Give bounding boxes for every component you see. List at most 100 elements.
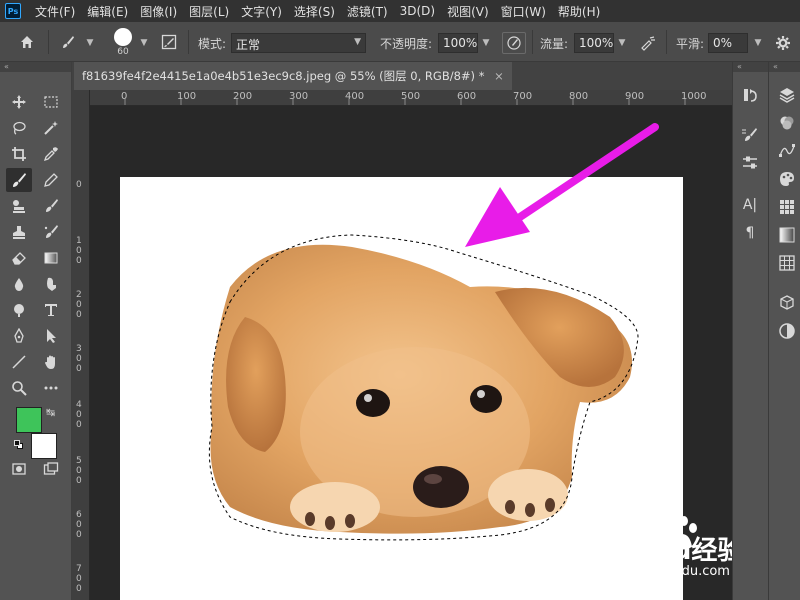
crop-tool-icon[interactable] (6, 142, 32, 166)
menu-edit[interactable]: 编辑(E) (87, 3, 128, 20)
menu-type[interactable]: 文字(Y) (241, 3, 282, 20)
mode-value: 正常 (236, 38, 261, 52)
chevron-down-icon[interactable]: ▼ (614, 33, 630, 53)
brush-settings-icon[interactable] (735, 122, 765, 148)
background-color-swatch[interactable] (31, 433, 57, 459)
chevron-down-icon[interactable]: ▼ (478, 33, 494, 53)
chevron-down-icon[interactable]: ▼ (136, 33, 152, 53)
menu-view[interactable]: 视图(V) (447, 3, 489, 20)
default-colors-icon[interactable] (14, 440, 24, 450)
pressure-opacity-icon[interactable] (502, 32, 526, 54)
separator (188, 30, 189, 54)
marquee-tool-icon[interactable] (38, 90, 64, 114)
menu-image[interactable]: 图像(I) (140, 3, 177, 20)
type-tool-icon[interactable] (38, 298, 64, 322)
document-title: f81639fe4f2e4415e1a0e4b51e3ec9c8.jpeg @ … (82, 69, 485, 83)
ruler-tick-label: 500 (401, 91, 421, 102)
document-tab[interactable]: f81639fe4f2e4415e1a0e4b51e3ec9c8.jpeg @ … (74, 62, 512, 90)
gradients-panel-icon[interactable] (772, 222, 800, 248)
swatches-panel-icon[interactable] (772, 194, 800, 220)
libraries-panel-icon[interactable] (772, 290, 800, 316)
menu-select[interactable]: 选择(S) (294, 3, 335, 20)
swap-colors-icon[interactable]: ↹ (46, 406, 55, 419)
panel-dock-2: « (768, 62, 800, 600)
opacity-input[interactable]: 100% (438, 33, 478, 53)
photoshop-logo-icon: Ps (5, 3, 21, 19)
clone-stamp-tool-icon[interactable] (6, 194, 32, 218)
smoothing-input[interactable]: 0% (708, 33, 748, 53)
foreground-color-swatch[interactable] (16, 407, 42, 433)
flow-value: 100% (579, 36, 614, 50)
history-brush-tool-icon[interactable] (38, 194, 64, 218)
menu-filter[interactable]: 滤镜(T) (347, 3, 388, 20)
lasso-tool-icon[interactable] (6, 116, 32, 140)
foreground-color-fill (17, 408, 41, 432)
menu-layer[interactable]: 图层(L) (189, 3, 229, 20)
menu-3d[interactable]: 3D(D) (400, 4, 435, 18)
history-panel-icon[interactable] (735, 82, 765, 108)
separator (48, 30, 49, 54)
screen-mode-icon[interactable] (38, 457, 64, 481)
stamp-tool-icon[interactable] (6, 220, 32, 244)
collapse-panel-icon[interactable]: « (733, 62, 768, 72)
hand-tool-icon[interactable] (38, 350, 64, 374)
brush-tip-icon (114, 27, 132, 46)
chevron-down-icon[interactable]: ▼ (750, 33, 766, 53)
channels-panel-icon[interactable] (772, 110, 800, 136)
gradient-tool-icon[interactable] (38, 246, 64, 270)
tools-panel: « ↹ (0, 62, 72, 600)
smoothing-value: 0% (713, 36, 733, 50)
chevron-down-icon[interactable]: ▼ (82, 33, 98, 53)
ruler-tick-label: 700 (513, 91, 533, 102)
character-panel-icon[interactable]: A| (735, 192, 765, 218)
ruler-tick-label: 6 0 0 (76, 510, 82, 540)
vertical-ruler: 0 1 0 0 2 0 0 3 0 0 4 0 0 5 0 0 6 0 0 7 … (72, 90, 90, 600)
blur-tool-icon[interactable] (6, 272, 32, 296)
menu-file[interactable]: 文件(F) (35, 3, 75, 20)
zoom-tool-icon[interactable] (6, 376, 32, 400)
paths-panel-icon[interactable] (772, 138, 800, 164)
adjustments-sliders-icon[interactable] (735, 150, 765, 176)
mode-select[interactable]: 正常 ▼ (231, 33, 366, 53)
menu-bar: Ps 文件(F) 编辑(E) 图像(I) 图层(L) 文字(Y) 选择(S) 滤… (0, 0, 800, 22)
pencil-tool-icon[interactable] (38, 168, 64, 192)
pen-tool-icon[interactable] (6, 324, 32, 348)
layers-panel-icon[interactable] (772, 82, 800, 108)
brush-tool-icon[interactable] (6, 168, 32, 192)
flow-label: 流量: (540, 37, 569, 51)
paragraph-panel-icon[interactable]: ¶ (735, 220, 765, 246)
line-tool-icon[interactable] (6, 350, 32, 374)
menu-help[interactable]: 帮助(H) (558, 3, 600, 20)
ruler-tick-label: 7 0 0 (76, 564, 82, 594)
smudge-tool-icon[interactable] (38, 272, 64, 296)
spot-healing-tool-icon[interactable] (38, 220, 64, 244)
document-tabs: f81639fe4f2e4415e1a0e4b51e3ec9c8.jpeg @ … (72, 62, 732, 90)
document-canvas[interactable] (120, 123, 683, 600)
path-selection-tool-icon[interactable] (38, 324, 64, 348)
quick-mask-icon[interactable] (6, 457, 32, 481)
eraser-tool-icon[interactable] (6, 246, 32, 270)
eyedropper-tool-icon[interactable] (38, 142, 64, 166)
opacity-value: 100% (443, 36, 478, 50)
home-icon[interactable] (14, 32, 40, 52)
airbrush-icon[interactable] (636, 32, 660, 54)
menu-window[interactable]: 窗口(W) (501, 3, 546, 20)
more-tools-icon[interactable] (38, 376, 64, 400)
brush-size-picker[interactable]: 60 (110, 24, 136, 60)
brush-preset-icon[interactable] (56, 32, 80, 52)
gear-icon[interactable] (772, 32, 794, 54)
brush-settings-panel-icon[interactable] (158, 32, 180, 52)
properties-panel-icon[interactable] (772, 318, 800, 344)
patterns-panel-icon[interactable] (772, 250, 800, 276)
close-tab-icon[interactable]: × (494, 69, 504, 83)
dodge-tool-icon[interactable] (6, 298, 32, 322)
flow-input[interactable]: 100% (574, 33, 614, 53)
mode-label: 模式: (198, 37, 227, 51)
magic-wand-tool-icon[interactable] (38, 116, 64, 140)
move-tool-icon[interactable] (6, 90, 32, 114)
collapse-toolbar-icon[interactable]: « (0, 62, 71, 72)
ruler-tick-label: 400 (345, 91, 365, 102)
color-panel-icon[interactable] (772, 166, 800, 192)
collapse-panel-icon[interactable]: « (769, 62, 800, 72)
ruler-tick-label: 0 (121, 91, 128, 102)
